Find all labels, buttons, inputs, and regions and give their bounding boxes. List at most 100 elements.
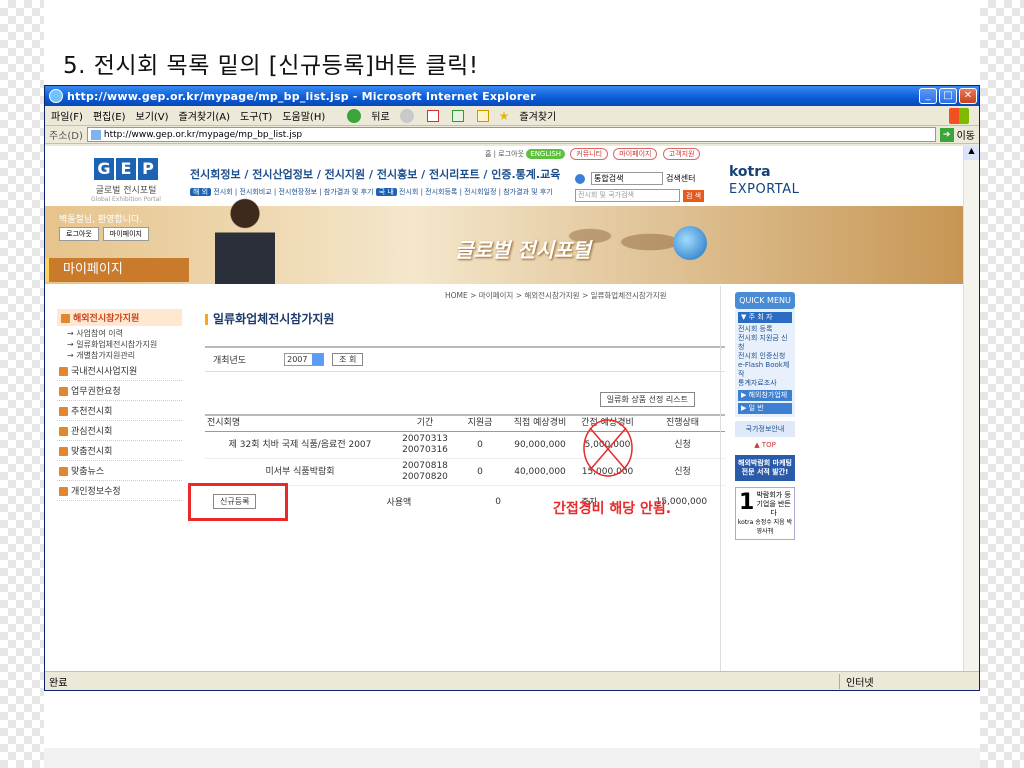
book-ad-sub: kotra 송정수 지음 박영사刊 (737, 519, 793, 535)
quick-overseas-button[interactable]: ▶ 해외참가업체 (738, 390, 792, 401)
menu-view[interactable]: 보기(V) (136, 108, 169, 123)
quick-link[interactable]: 전시회 등록 (738, 325, 792, 334)
top-links: 홈 | 로그아웃 ENGLISH 커뮤니티 마이페이지 고객지원 (485, 148, 701, 160)
year-select[interactable]: 2007 (284, 353, 325, 366)
home-icon[interactable] (476, 109, 489, 122)
row-name[interactable]: 제 32회 치바 국제 식품/음료전 2007 (205, 431, 395, 459)
back-button[interactable]: 뒤로 (371, 108, 389, 123)
menu-file[interactable]: 파일(F) (51, 108, 83, 123)
sidebar-item-recommended[interactable]: 추천전시회 (57, 401, 182, 421)
search-icon (575, 173, 585, 184)
quick-general-button[interactable]: ▶ 일 반 (738, 403, 792, 414)
annotation-note: 간접경비 해당 안됨. (553, 501, 672, 517)
stop-icon[interactable] (426, 109, 439, 122)
cs-link[interactable]: 고객지원 (662, 148, 701, 160)
quick-link[interactable]: 전시회 인증신청 (738, 352, 792, 361)
maximize-icon[interactable]: □ (939, 88, 957, 104)
sidebar-item-custom[interactable]: 맞춤전시회 (57, 441, 182, 461)
star-icon[interactable]: ★ (499, 109, 510, 123)
community-link[interactable]: 커뮤니티 (570, 148, 609, 160)
logo-letter-g: G (94, 158, 114, 180)
home-link[interactable]: 홈 (485, 150, 491, 158)
sidebar-item-domestic[interactable]: 국내전시사업지원 (57, 361, 182, 381)
sub-nav-domestic-links[interactable]: 전시회 | 전시회등록 | 전시회일정 | 참가결과 및 후기 (399, 188, 553, 196)
search-scope-select[interactable]: 통합검색 (591, 172, 663, 185)
logout-button[interactable]: 로그아웃 (59, 227, 99, 241)
exhibition-table: 전시회명 기간 지원금 직접 예상경비 간접 예상경비 진행상태 제 32회 치… (205, 414, 725, 486)
quick-link[interactable]: e-Flash Book제작 (738, 361, 792, 379)
scroll-up-icon[interactable]: ▲ (964, 146, 979, 160)
mypage-button[interactable]: 마이페이지 (102, 227, 149, 241)
status-text: 완료 (49, 677, 68, 689)
col-support: 지원금 (455, 414, 505, 432)
mypage-title: 마이페이지 (45, 258, 189, 282)
logo-name: 글로벌 전시포털 (95, 186, 157, 196)
sub-nav: 해 외 전시회 | 전시회비교 | 전시현장정보 | 참가결과 및 후기 국 내… (190, 187, 553, 197)
mypage-link[interactable]: 마이페이지 (613, 148, 658, 160)
sidebar-sub-individual[interactable]: → 개별참가지원관리 (57, 350, 182, 361)
book-ad-2[interactable]: 1 박람회가 등기업을 반든다 kotra 송정수 지음 박영사刊 (735, 487, 795, 540)
back-arrow-icon[interactable] (347, 108, 362, 123)
row-support: 0 (455, 431, 505, 459)
logo-letter-p: P (138, 158, 158, 180)
year-filter: 개최년도 2007 조 회 (205, 346, 725, 372)
kotra-logo[interactable]: kotra (729, 164, 771, 180)
premium-list-button[interactable]: 일류화 상품 선정 리스트 (599, 392, 695, 407)
exportal-logo[interactable]: EXPORTAL (729, 182, 799, 197)
sidebar-sub-premium[interactable]: → 일류화업체전시참가지원 (57, 339, 182, 350)
row-name[interactable]: 미서부 식품박람회 (205, 458, 395, 486)
sidebar-header[interactable]: 해외전시참가지원 (57, 309, 182, 326)
page-viewport: G E P 글로벌 전시포털 Global Exhibition Portal … (45, 146, 964, 672)
sub-nav-overseas-links[interactable]: 전시회 | 전시회비교 | 전시현장정보 | 참가결과 및 후기 (213, 188, 373, 196)
top-link[interactable]: ▲ TOP (735, 441, 795, 449)
ie-window: http://www.gep.or.kr/mypage/mp_bp_list.j… (44, 85, 980, 691)
book-ad-big-number: 1 (739, 490, 755, 515)
english-link[interactable]: ENGLISH (526, 149, 566, 159)
close-icon[interactable]: ✕ (959, 88, 977, 104)
cross-out-icon (583, 419, 633, 477)
nation-info-link[interactable]: 국가정보안내 (735, 421, 795, 437)
page-title: 일류화업체전시참가지원 (205, 310, 334, 327)
quick-menu: QUICK MENU ▼ 주 최 자 전시회 등록 전시회 지원금 신청 전시회… (735, 292, 795, 540)
menu-favorites[interactable]: 즐겨찾기(A) (179, 108, 230, 123)
year-label: 개최년도 (213, 356, 247, 366)
menu-help[interactable]: 도움말(H) (282, 108, 325, 123)
sidebar-item-interest[interactable]: 관심전시회 (57, 421, 182, 441)
vertical-scrollbar[interactable]: ▲ (963, 146, 979, 672)
menu-tools[interactable]: 도구(T) (240, 108, 272, 123)
quick-link[interactable]: 통계자료조사 (738, 379, 792, 388)
windows-logo-icon (949, 107, 969, 124)
refresh-icon[interactable] (451, 109, 464, 122)
minimize-icon[interactable]: _ (919, 88, 937, 104)
row-direct: 40,000,000 (505, 458, 575, 486)
row-status: 신청 (640, 458, 725, 486)
used-label: 사용액 (386, 498, 412, 508)
favorites-button[interactable]: 즐겨찾기 (519, 108, 556, 123)
menu-edit[interactable]: 편집(E) (93, 108, 126, 123)
security-zone: 인터넷 (839, 673, 979, 689)
address-input[interactable]: http://www.gep.or.kr/mypage/mp_bp_list.j… (86, 127, 936, 142)
status-bar: 완료 인터넷 (45, 671, 979, 690)
search-button[interactable]: 검 색 (683, 189, 705, 202)
search-input[interactable]: 전시회 및 국가검색 (575, 189, 680, 202)
logout-link[interactable]: 로그아웃 (498, 150, 524, 158)
sidebar-item-profile[interactable]: 개인정보수정 (57, 481, 182, 501)
row-status: 신청 (640, 431, 725, 459)
query-button[interactable]: 조 회 (332, 353, 364, 366)
search-center-link[interactable]: 검색센터 (666, 173, 695, 184)
gep-logo[interactable]: G E P 글로벌 전시포털 Global Exhibition Portal (91, 158, 161, 203)
book-ad[interactable]: 해외박람회 마케팅 전문 서적 발간! (735, 455, 795, 481)
top-nav[interactable]: 전시회정보 / 전시산업정보 / 전시지원 / 전시홍보 / 전시리포트 / 인… (190, 166, 560, 182)
row-direct: 90,000,000 (505, 431, 575, 459)
sidebar-item-permission[interactable]: 업무권한요청 (57, 381, 182, 401)
address-value: http://www.gep.or.kr/mypage/mp_bp_list.j… (103, 129, 303, 140)
go-button[interactable]: ➔ 이동 (939, 127, 975, 142)
row-period: 20070818 20070820 (395, 458, 455, 486)
sidebar-item-news[interactable]: 맞춤뉴스 (57, 461, 182, 481)
quick-link[interactable]: 전시회 지원금 신청 (738, 334, 792, 352)
domestic-tag: 국 내 (375, 188, 397, 196)
table-row[interactable]: 미서부 식품박람회 20070818 20070820 0 40,000,000 … (205, 458, 725, 486)
sidebar-sub-history[interactable]: → 사업참여 이력 (57, 328, 182, 339)
forward-arrow-icon[interactable] (399, 108, 414, 123)
table-row[interactable]: 제 32회 치바 국제 식품/음료전 2007 20070313 20070316… (205, 431, 725, 459)
